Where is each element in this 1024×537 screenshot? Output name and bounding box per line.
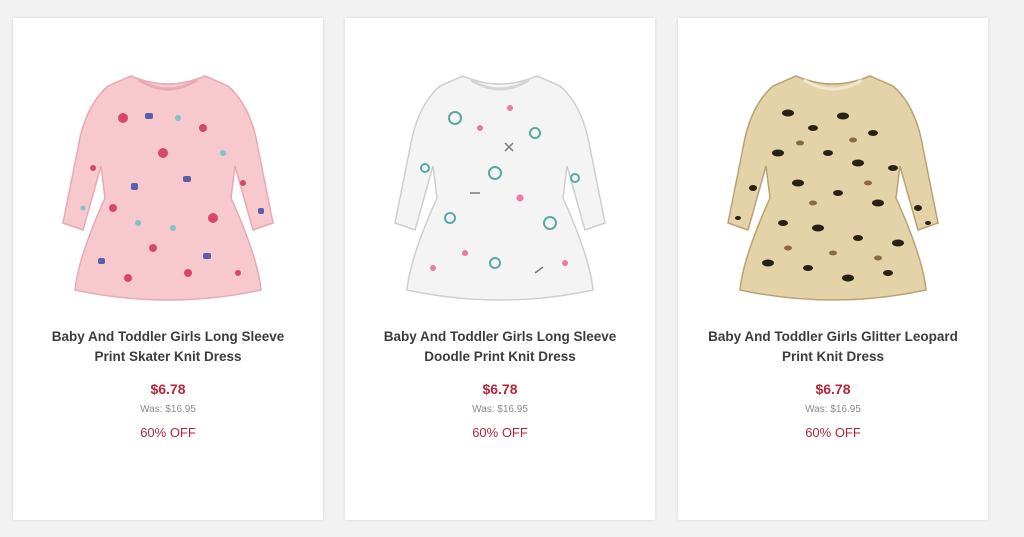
original-price: Was: $16.95 [140,404,196,415]
sale-price: $6.78 [482,381,518,397]
product-card-leopard-dress[interactable]: Baby And Toddler Girls Glitter Leopard P… [678,18,988,520]
leopard-print-dress-image [727,75,939,301]
original-price: Was: $16.95 [805,404,861,415]
product-title[interactable]: Baby And Toddler Girls Long Sleeve Print… [33,327,303,367]
product-image-leopard-dress[interactable] [678,58,988,328]
discount-label: 60% OFF [805,425,861,440]
white-doodle-dress-image [394,75,606,301]
product-image-pink-dress[interactable] [13,58,323,328]
original-price: Was: $16.95 [472,404,528,415]
sale-price: $6.78 [150,381,186,397]
product-title[interactable]: Baby And Toddler Girls Glitter Leopard P… [698,327,968,367]
pink-print-dress-image [62,75,274,301]
product-grid: Baby And Toddler Girls Long Sleeve Print… [0,0,1024,537]
discount-label: 60% OFF [140,425,196,440]
sale-price: $6.78 [815,381,851,397]
product-title[interactable]: Baby And Toddler Girls Long Sleeve Doodl… [365,327,635,367]
product-card-pink-dress[interactable]: Baby And Toddler Girls Long Sleeve Print… [13,18,323,520]
discount-label: 60% OFF [472,425,528,440]
product-image-doodle-dress[interactable] [345,58,655,328]
product-card-doodle-dress[interactable]: Baby And Toddler Girls Long Sleeve Doodl… [345,18,655,520]
